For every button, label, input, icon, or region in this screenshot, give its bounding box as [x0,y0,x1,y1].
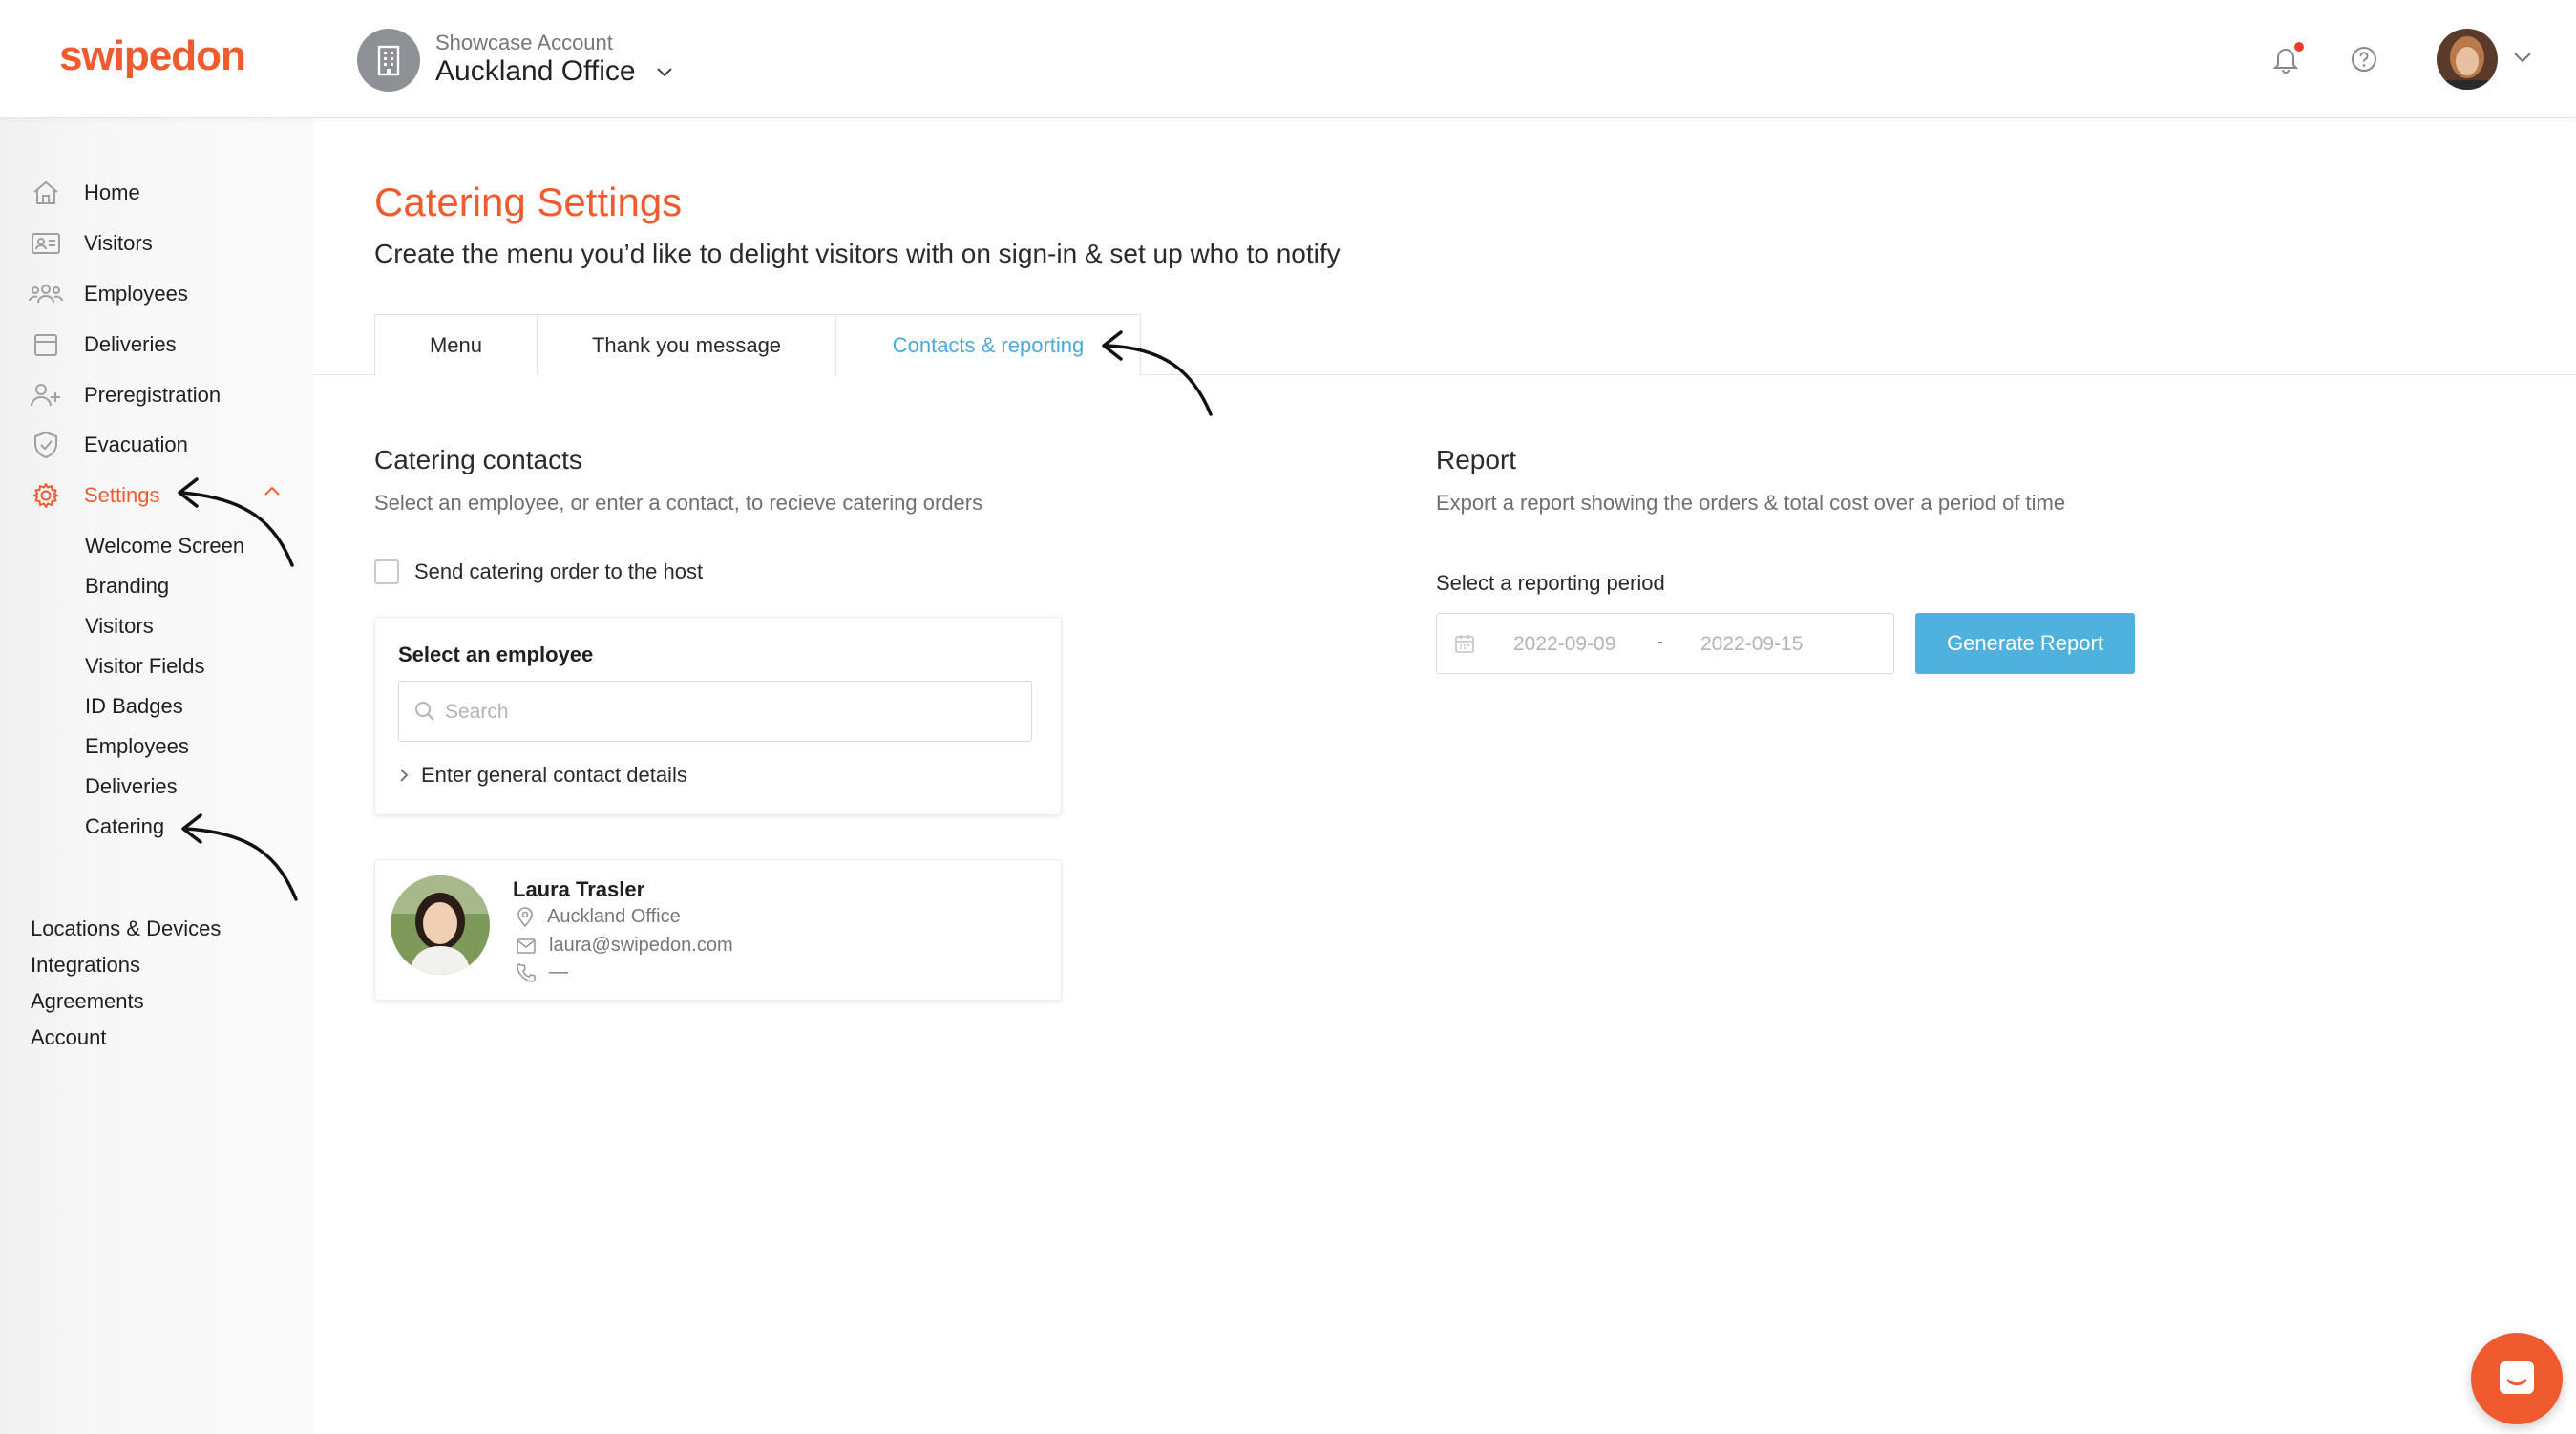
location-selector[interactable]: Auckland Office [435,55,636,88]
reporting-period-label: Select a reporting period [1436,571,1665,595]
date-separator: - [1657,631,1663,653]
help-icon[interactable] [2351,46,2377,73]
sidebar-item-label: Deliveries [84,332,177,356]
sidebar-subitem-deliveries[interactable]: Deliveries [85,774,178,799]
contact-location-row: Auckland Office [517,906,681,928]
contact-photo [391,875,490,975]
catering-contacts-title: Catering contacts [374,445,582,474]
report-title: Report [1436,445,1517,474]
date-range-picker[interactable]: 2022-09-09 - 2022-09-15 [1436,613,1894,674]
sidebar-item-deliveries[interactable]: Deliveries [29,326,177,364]
generate-report-button[interactable]: Generate Report [1915,613,2135,674]
chevron-down-icon[interactable] [655,67,674,78]
swipedon-logo[interactable]: swipedon [59,32,246,80]
tab-thank-you-message[interactable]: Thank you message [537,314,836,375]
sidebar-item-label: Visitors [84,231,153,255]
general-contact-label: Enter general contact details [421,763,687,787]
send-to-host-label[interactable]: Send catering order to the host [414,559,703,584]
annotation-arrow [1102,330,1213,416]
sidebar-item-label: Preregistration [84,383,222,407]
select-employee-title: Select an employee [398,643,594,666]
catering-contacts-description: Select an employee, or enter a contact, … [374,491,983,515]
location-pin-icon [517,906,533,927]
sidebar-item-integrations[interactable]: Integrations [31,953,140,978]
contact-card[interactable]: Laura Trasler Auckland Office laura@swip… [374,859,1062,1001]
sidebar-item-label: Home [84,180,140,204]
chat-icon [2500,1361,2534,1394]
id-card-icon [29,226,63,261]
sidebar-subitem-visitor-fields[interactable]: Visitor Fields [85,654,205,679]
end-date-input[interactable]: 2022-09-15 [1700,633,1803,656]
search-placeholder: Search [445,701,509,723]
home-icon [29,176,63,210]
sidebar-subitem-employees[interactable]: Employees [85,734,189,759]
sidebar-item-account[interactable]: Account [31,1025,107,1050]
search-icon [414,701,435,722]
sidebar-item-visitors[interactable]: Visitors [29,224,153,263]
sidebar-subitem-branding[interactable]: Branding [85,574,169,599]
sidebar-item-preregistration[interactable]: Preregistration [29,376,221,414]
notification-badge [2294,42,2304,52]
sidebar-subitem-id-badges[interactable]: ID Badges [85,694,183,719]
sidebar-item-home[interactable]: Home [29,174,140,212]
add-user-icon [29,378,63,412]
sidebar-item-settings[interactable]: Settings [29,476,160,515]
account-type-label: Showcase Account [435,31,613,54]
report-description: Export a report showing the orders & tot… [1436,491,2066,515]
sidebar-item-locations-devices[interactable]: Locations & Devices [31,917,221,941]
sidebar-item-evacuation[interactable]: Evacuation [29,426,188,464]
sidebar-subitem-catering[interactable]: Catering [85,814,164,839]
contact-phone-row: — [517,961,568,983]
page-title: Catering Settings [374,179,683,224]
sidebar-item-agreements[interactable]: Agreements [31,989,144,1014]
chevron-right-icon [400,769,409,782]
people-icon [29,277,63,311]
contact-phone: — [549,961,568,982]
contact-location: Auckland Office [547,906,681,927]
chevron-down-icon[interactable] [2513,52,2532,63]
sidebar-item-label: Employees [84,282,188,306]
page-subtitle: Create the menu you’d like to delight vi… [374,239,1341,268]
phone-icon [517,962,536,982]
user-avatar[interactable] [2437,29,2498,90]
shield-icon [29,428,63,462]
contact-name: Laura Trasler [513,877,645,901]
box-icon [29,327,63,362]
send-to-host-checkbox[interactable] [374,559,399,584]
tab-menu[interactable]: Menu [374,314,538,375]
contact-email: laura@swipedon.com [549,935,733,956]
mail-icon [517,938,536,954]
top-header: swipedon Showcase Account Auckland Offic… [0,0,2576,118]
sidebar-subitem-visitors[interactable]: Visitors [85,614,154,639]
general-contact-toggle[interactable]: Enter general contact details [398,763,687,788]
building-icon[interactable] [357,29,420,92]
start-date-input[interactable]: 2022-09-09 [1513,633,1615,656]
chat-launcher-button[interactable] [2471,1333,2563,1424]
sidebar-item-label: Settings [84,483,160,507]
sidebar-item-employees[interactable]: Employees [29,275,188,313]
gear-icon [29,478,63,513]
employee-search-input[interactable]: Search [398,681,1032,742]
annotation-arrow [178,477,294,567]
employee-select-card: Select an employee Search Enter general … [374,617,1062,815]
sidebar-item-label: Evacuation [84,432,188,456]
calendar-icon [1454,633,1475,654]
contact-email-row: laura@swipedon.com [517,935,733,957]
annotation-arrow [181,813,298,901]
